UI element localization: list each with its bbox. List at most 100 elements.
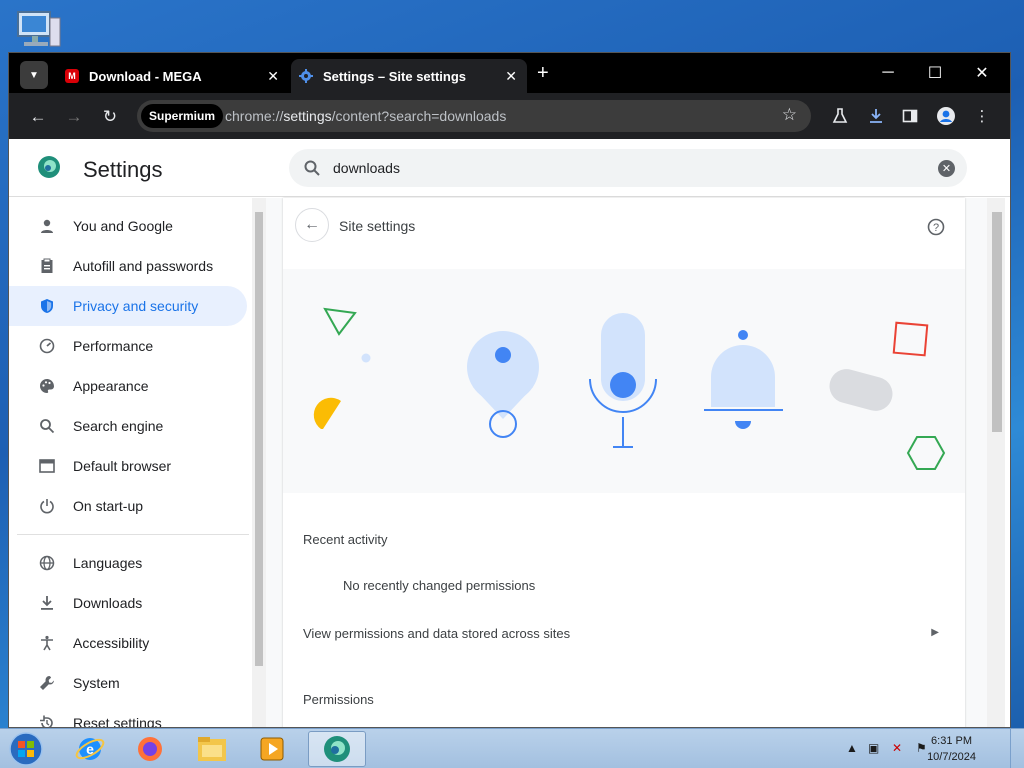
sidebar-item-default-browser[interactable]: Default browser <box>17 446 247 486</box>
supermium-taskbar-icon[interactable] <box>308 731 366 767</box>
section-title: Site settings <box>339 218 416 234</box>
clock[interactable]: 6:31 PM 10/7/2024 <box>927 733 976 765</box>
sidebar-item-label: On start-up <box>73 498 144 514</box>
view-permissions-label: View permissions and data stored across … <box>303 626 571 641</box>
download-icon[interactable] <box>865 105 887 127</box>
power-icon <box>31 498 63 514</box>
sidebar-item-label: Reset settings <box>73 715 162 728</box>
forward-button[interactable]: → <box>63 106 85 128</box>
sidebar-item-label: Autofill and passwords <box>73 258 214 274</box>
reset-icon <box>31 715 63 727</box>
tab-title: Download - MEGA <box>89 68 202 84</box>
url-text[interactable]: chrome://settings/content?search=downloa… <box>225 108 506 124</box>
sidebar-item-on-startup[interactable]: On start-up <box>17 486 247 526</box>
shield-icon <box>31 298 63 314</box>
search-value[interactable]: downloads <box>333 160 400 176</box>
close-window-button[interactable]: ✕ <box>959 59 1005 87</box>
illustration-graphic <box>313 307 946 470</box>
sidebar-item-languages[interactable]: Languages <box>17 543 247 583</box>
tab-search-button[interactable]: ▼ <box>20 61 48 89</box>
sidebar-item-privacy[interactable]: Privacy and security <box>9 286 247 326</box>
firefox-icon[interactable] <box>124 731 176 767</box>
accessibility-icon <box>31 635 63 651</box>
download-icon <box>31 595 63 611</box>
sidebar-item-label: Privacy and security <box>73 298 199 314</box>
settings-sidebar: You and Google Autofill and passwords Pr… <box>9 198 261 728</box>
action-center-flag-icon[interactable]: ⚑ <box>916 741 927 755</box>
show-desktop-button[interactable] <box>1010 729 1024 768</box>
sidebar-item-reset-settings[interactable]: Reset settings <box>17 703 247 728</box>
back-button[interactable]: ← <box>27 106 49 128</box>
new-tab-button[interactable]: + <box>537 62 549 85</box>
minimize-button[interactable]: ─ <box>865 59 911 87</box>
close-tab-icon[interactable]: ✕ <box>505 68 517 85</box>
sidebar-item-label: Languages <box>73 555 143 571</box>
permissions-heading: Permissions <box>303 692 374 707</box>
sidebar-item-you-and-google[interactable]: You and Google <box>17 206 247 246</box>
sidebar-item-label: You and Google <box>73 218 173 234</box>
view-permissions-row[interactable]: View permissions and data stored across … <box>283 612 965 652</box>
menu-kebab-icon[interactable]: ⋮ <box>971 105 993 127</box>
sidebar-item-label: Default browser <box>73 458 172 474</box>
sidebar-scroll-thumb[interactable] <box>255 212 263 666</box>
page-content: Settings downloads ✕ You and Google Auto… <box>9 139 1010 728</box>
globe-icon <box>31 555 63 571</box>
chevron-right-icon: ▶ <box>931 627 939 638</box>
sidebar-item-search-engine[interactable]: Search engine <box>17 406 247 446</box>
sidebar-item-accessibility[interactable]: Accessibility <box>17 623 247 663</box>
sidebar-item-label: Performance <box>73 338 154 354</box>
network-icon[interactable]: ▣ <box>868 741 879 755</box>
clear-search-icon[interactable]: ✕ <box>938 160 955 177</box>
media-player-icon[interactable] <box>246 731 298 767</box>
sidebar-scrollbar[interactable] <box>252 198 266 727</box>
gauge-icon <box>31 338 63 354</box>
sidebar-item-label: Accessibility <box>73 635 150 651</box>
back-arrow-button[interactable]: ← <box>295 208 329 242</box>
wrench-icon <box>31 675 63 691</box>
tab-strip: ▼ M Download - MEGA ✕ Settings – Site se… <box>9 53 1010 93</box>
search-icon <box>304 160 320 176</box>
site-settings-illustration <box>283 269 965 493</box>
clipboard-icon <box>31 258 63 274</box>
browser-chip[interactable]: Supermium <box>141 104 224 128</box>
svg-text:e: e <box>86 741 94 757</box>
browser-window: ▼ M Download - MEGA ✕ Settings – Site se… <box>8 52 1011 728</box>
sidebar-item-label: Search engine <box>73 418 164 434</box>
side-panel-icon[interactable] <box>899 105 921 127</box>
bookmark-star-icon[interactable]: ☆ <box>782 105 797 125</box>
arrow-right-icon: → <box>65 107 83 126</box>
start-button[interactable] <box>6 731 46 767</box>
maximize-button[interactable]: ☐ <box>912 59 958 87</box>
profile-avatar-icon[interactable] <box>935 105 957 127</box>
help-icon[interactable]: ? <box>927 218 945 236</box>
browser-icon <box>31 458 63 474</box>
sidebar-item-system[interactable]: System <box>17 663 247 703</box>
sidebar-item-performance[interactable]: Performance <box>17 326 247 366</box>
tab-mega[interactable]: M Download - MEGA ✕ <box>57 59 289 93</box>
svg-text:?: ? <box>933 222 939 234</box>
reload-icon: ↻ <box>102 107 118 126</box>
internet-explorer-icon[interactable]: e <box>64 731 116 767</box>
palette-icon <box>31 378 63 394</box>
close-tab-icon[interactable]: ✕ <box>267 68 279 85</box>
computer-icon[interactable] <box>14 8 64 52</box>
clock-date: 10/7/2024 <box>927 751 976 763</box>
sidebar-item-downloads[interactable]: Downloads <box>17 583 247 623</box>
sidebar-item-appearance[interactable]: Appearance <box>17 366 247 406</box>
show-hidden-icons-icon[interactable]: ▲ <box>846 741 858 755</box>
sidebar-item-label: System <box>73 675 120 691</box>
tab-settings[interactable]: Settings – Site settings ✕ <box>291 59 527 93</box>
file-explorer-icon[interactable] <box>186 731 238 767</box>
reload-button[interactable]: ↻ <box>99 106 121 128</box>
recent-activity-heading: Recent activity <box>303 532 388 547</box>
main-scroll-thumb[interactable] <box>992 212 1002 432</box>
tab-title: Settings – Site settings <box>323 68 467 84</box>
browser-toolbar: ← → ↻ Supermium chrome://settings/conten… <box>9 93 1010 139</box>
labs-flask-icon[interactable] <box>829 105 851 127</box>
mega-icon: M <box>65 69 79 83</box>
main-scrollbar[interactable] <box>987 198 1005 727</box>
address-bar[interactable]: Supermium chrome://settings/content?sear… <box>137 100 811 132</box>
volume-muted-icon[interactable]: ✕ <box>892 741 902 755</box>
settings-search-input[interactable]: downloads ✕ <box>289 149 967 187</box>
sidebar-item-autofill[interactable]: Autofill and passwords <box>17 246 247 286</box>
